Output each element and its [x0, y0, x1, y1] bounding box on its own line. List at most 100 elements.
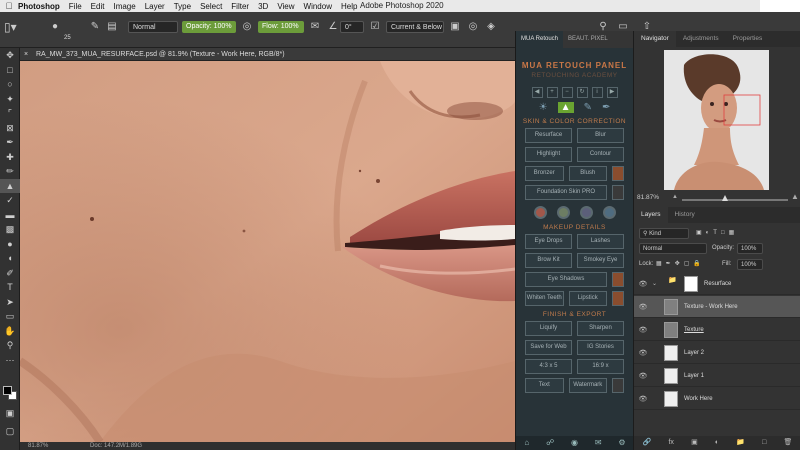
navigator-slider-knob[interactable] [722, 195, 728, 201]
menu-type[interactable]: Type [174, 2, 191, 11]
flow-field[interactable]: Flow: 100% [258, 21, 304, 33]
ratio-4-3-button[interactable]: 4:3 x 5 [525, 359, 572, 374]
frame-tool-icon[interactable]: ⊠ [0, 121, 20, 136]
menu-layer[interactable]: Layer [145, 2, 165, 11]
brow-kit-button[interactable]: Brow Kit [525, 253, 572, 268]
tab-properties[interactable]: Properties [726, 31, 770, 47]
swatch-red[interactable] [533, 206, 547, 219]
eye-shadow-color-swatch[interactable] [612, 272, 624, 287]
menu-edit[interactable]: Edit [91, 2, 105, 11]
menu-help[interactable]: Help [341, 2, 357, 11]
history-brush-tool-icon[interactable]: ✓ [0, 193, 20, 208]
document-canvas[interactable] [20, 61, 515, 442]
angle-icon[interactable]: ∠ [326, 20, 340, 34]
airbrush-icon[interactable]: ✉ [308, 20, 322, 34]
move-tool-icon[interactable]: ✥ [0, 48, 20, 63]
tab-navigator[interactable]: Navigator [634, 31, 676, 47]
visibility-eye-icon[interactable]: 👁 [634, 349, 652, 357]
color-swatches[interactable] [3, 386, 17, 400]
menu-app-name[interactable]: Photoshop [18, 2, 60, 11]
mail-icon[interactable]: ✉ [595, 436, 602, 450]
tab-history[interactable]: History [668, 207, 702, 223]
layer-filter-icons[interactable]: ▣◐T□▦ [696, 228, 738, 239]
tab-adjustments[interactable]: Adjustments [676, 31, 726, 47]
blur-tool-icon[interactable]: ● [0, 237, 20, 252]
brush-tool-icon[interactable]: ✏ [0, 164, 20, 179]
tab-beauty-pixel[interactable]: BEAUT. PIXEL [563, 31, 613, 48]
mode-toggle-icon[interactable]: ◈ [484, 20, 498, 34]
watermark-button[interactable]: Watermark [568, 378, 607, 393]
quick-select-tool-icon[interactable]: ✦ [0, 92, 20, 107]
smokey-eye-button[interactable]: Smokey Eye [577, 253, 624, 268]
camera-icon[interactable]: ◉ [571, 436, 578, 450]
prev-icon[interactable]: ◀ [531, 87, 543, 98]
path-select-tool-icon[interactable]: ➤ [0, 295, 20, 310]
close-tab-icon[interactable]: × [24, 48, 28, 61]
blur-button[interactable]: Blur [577, 128, 624, 143]
layer-row-work-here[interactable]: 👁 Work Here [634, 388, 800, 410]
next-icon[interactable]: ▶ [606, 87, 618, 98]
document-tab[interactable]: × RA_MW_373_MUA_RESURFACE.psd @ 81.9% (T… [20, 48, 515, 61]
menu-file[interactable]: File [69, 2, 82, 11]
skin-mode-icon[interactable]: ☀ [539, 102, 548, 113]
blush-color-swatch[interactable] [612, 166, 624, 181]
menu-window[interactable]: Window [304, 2, 332, 11]
swatch-blue[interactable] [602, 206, 616, 219]
fx-icon[interactable]: fx [668, 436, 673, 450]
ratio-16-9-button[interactable]: 16:9 x [577, 359, 624, 374]
add-mask-icon[interactable]: ▣ [691, 436, 698, 450]
contour-button[interactable]: Contour [577, 147, 624, 162]
menu-image[interactable]: Image [113, 2, 135, 11]
pressure-opacity-icon[interactable]: ◎ [240, 20, 254, 34]
marquee-tool-icon[interactable]: □ [0, 63, 20, 78]
foreground-color[interactable] [3, 386, 12, 395]
healing-tool-icon[interactable]: ✚ [0, 150, 20, 165]
crop-tool-icon[interactable]: ⌜ [0, 106, 20, 121]
navigator-zoom-slider[interactable] [682, 199, 788, 201]
more-tools-icon[interactable]: ⋯ [0, 353, 20, 368]
lashes-button[interactable]: Lashes [577, 234, 624, 249]
adjustment-layer-icon[interactable]: ◐ [715, 436, 719, 450]
layer-row-resurface[interactable]: 👁 ⌄ 📁 Resurface [634, 273, 800, 295]
delete-layer-icon[interactable]: 🗑 [784, 436, 793, 450]
text-button[interactable]: Text [525, 378, 564, 393]
lock-icons[interactable]: ▦✒✥▢🔒 [656, 259, 705, 270]
angle-field[interactable]: 0° [340, 21, 364, 33]
lipstick-color-swatch[interactable] [612, 291, 624, 306]
tab-mua-retouch[interactable]: MUA Retouch [516, 31, 564, 48]
whiten-teeth-button[interactable]: Whiten Teeth [525, 291, 564, 306]
layer-row-texture-work-here[interactable]: 👁 Texture - Work Here [634, 296, 800, 318]
screen-mode-icon[interactable]: ▢ [0, 424, 20, 439]
apple-icon[interactable]:  [0, 1, 18, 11]
resurface-button[interactable]: Resurface [525, 128, 572, 143]
menu-view[interactable]: View [277, 2, 294, 11]
brush-settings-icon[interactable]: ✎ [88, 20, 102, 34]
type-tool-icon[interactable]: T [0, 280, 20, 295]
quick-mask-icon[interactable]: ▣ [0, 406, 20, 421]
pressure-size-icon[interactable]: ◎ [466, 20, 480, 34]
zoom-out-icon[interactable]: ▲ [672, 194, 678, 200]
lipstick-button[interactable]: Lipstick [568, 291, 607, 306]
layer-row-layer-2[interactable]: 👁 Layer 2 [634, 342, 800, 364]
visibility-eye-icon[interactable]: 👁 [634, 395, 652, 403]
sharpen-button[interactable]: Sharpen [577, 321, 624, 336]
eye-drops-button[interactable]: Eye Drops [525, 234, 572, 249]
status-zoom[interactable]: 81.87% [28, 443, 48, 449]
shape-tool-icon[interactable]: ▭ [0, 309, 20, 324]
foundation-color-swatch[interactable] [612, 185, 624, 200]
layer-row-texture[interactable]: 👁 Texture [634, 319, 800, 341]
new-group-icon[interactable]: 📁 [736, 436, 745, 450]
hand-tool-icon[interactable]: ✋ [0, 324, 20, 339]
eye-shadows-button[interactable]: Eye Shadows [525, 272, 607, 287]
eraser-tool-icon[interactable]: ▬ [0, 208, 20, 223]
refresh-icon[interactable]: ↻ [576, 87, 588, 98]
add-icon[interactable]: + [546, 87, 558, 98]
opacity-field[interactable]: Opacity: 100% [182, 21, 236, 33]
visibility-eye-icon[interactable]: 👁 [634, 303, 652, 311]
layer-mask-thumb[interactable] [684, 275, 699, 292]
stamp-tool-icon[interactable]: ▯▾ [4, 20, 30, 40]
bronzer-button[interactable]: Bronzer [525, 166, 564, 181]
visibility-eye-icon[interactable]: 👁 [634, 280, 652, 288]
zoom-in-icon[interactable]: ▲ [791, 192, 799, 201]
liquify-button[interactable]: Liquify [525, 321, 572, 336]
